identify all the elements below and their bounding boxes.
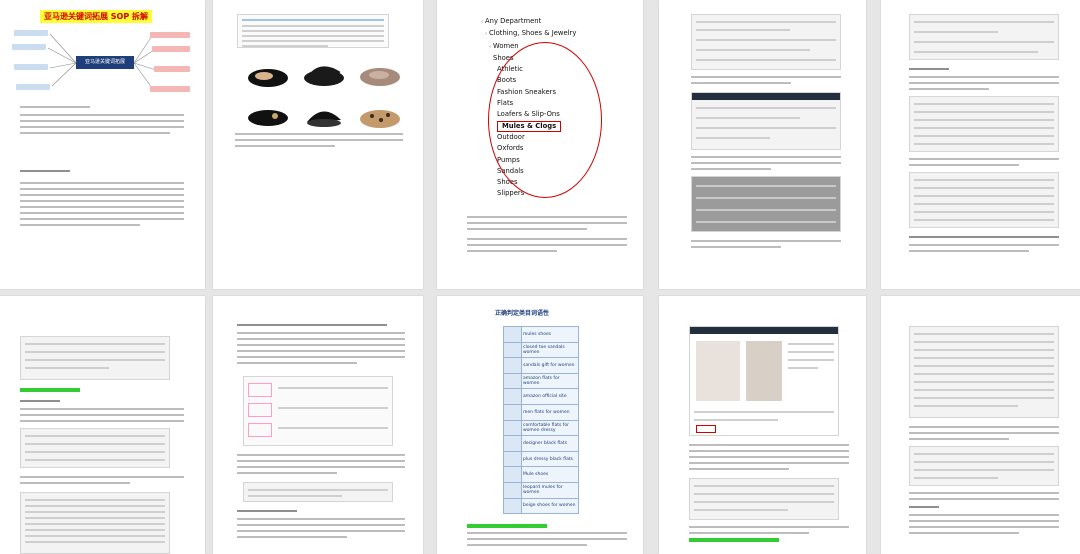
page-thumbnail-3[interactable]: ‹ Any Department ‹ Clothing, Shoes & Jewel… xyxy=(437,0,643,289)
data-table-screenshot xyxy=(909,96,1059,152)
mindmap-node xyxy=(16,84,50,90)
keyword-table: mules shoes closed toe sandals women san… xyxy=(503,326,579,515)
table-row: men flats for women xyxy=(503,403,579,421)
page-thumbnail-9[interactable] xyxy=(659,296,866,554)
product-listing-screenshot xyxy=(691,176,841,232)
table-row: amazon flats for women xyxy=(503,372,579,390)
data-table-screenshot xyxy=(909,172,1059,228)
tool-screenshot xyxy=(909,14,1059,60)
mule-shoe-image xyxy=(304,66,344,86)
mule-shoe-image xyxy=(307,111,341,127)
table-row: comfortable flats for women dressy xyxy=(503,419,579,437)
table-row: Mule shoes xyxy=(503,466,579,483)
mule-shoe-image xyxy=(248,110,288,126)
page-thumbnail-2[interactable] xyxy=(213,0,423,289)
page-thumbnail-5[interactable] xyxy=(881,0,1080,289)
chevron-left-icon: ‹ xyxy=(489,43,491,50)
mule-shoe-image xyxy=(248,69,288,87)
table-row: sandals gift for women xyxy=(503,357,579,374)
mindmap-node xyxy=(14,64,48,70)
table-row: designer black flats xyxy=(503,435,579,452)
document-title: 亚马逊关键词拓展 SOP 拆解 xyxy=(40,10,152,23)
mule-shoe-image xyxy=(360,110,400,128)
amazon-product-screenshot xyxy=(689,326,839,436)
dept-item-any-department[interactable]: ‹ Any Department xyxy=(481,16,576,28)
page-thumbnail-6[interactable] xyxy=(0,296,205,554)
highlight-oval xyxy=(488,42,602,198)
dept-item-clothing[interactable]: ‹ Clothing, Shoes & Jewelry xyxy=(481,28,576,40)
page-thumbnail-10[interactable] xyxy=(881,296,1080,554)
table-row: closed toe sandals women xyxy=(503,341,579,359)
table-row: amazon official site xyxy=(503,388,579,405)
keyword-data-screenshot xyxy=(689,478,839,520)
chevron-left-icon: ‹ xyxy=(485,31,487,38)
keyword-table-title: 正确判定类目词语性 xyxy=(495,310,550,317)
table-row: plus dressy black flats xyxy=(503,450,579,468)
mindmap-node xyxy=(152,46,190,52)
mindmap-node xyxy=(12,44,46,50)
highlight-green xyxy=(20,388,80,392)
page-thumbnail-1[interactable]: 亚马逊关键词拓展 SOP 拆解 亚马逊关键词拓展 xyxy=(0,0,205,289)
amazon-search-screenshot xyxy=(691,14,841,70)
table-row: beige shoes for women xyxy=(503,497,579,515)
page-thumbnail-8[interactable]: 正确判定类目词语性 mules shoes closed toe sandals… xyxy=(437,296,643,554)
mindmap-node xyxy=(14,30,48,36)
highlight-green xyxy=(689,538,779,542)
page-thumbnail-4[interactable] xyxy=(659,0,866,289)
page-thumbnail-7[interactable] xyxy=(213,296,423,554)
keyword-tool-screenshot xyxy=(909,326,1059,418)
keyword-list-screenshot xyxy=(20,492,170,554)
keyword-list-screenshot xyxy=(20,428,170,468)
search-terms-screenshot xyxy=(243,376,393,446)
keyword-tool-screenshot xyxy=(909,446,1059,486)
mindmap-center: 亚马逊关键词拓展 xyxy=(76,56,134,69)
amazon-results-screenshot xyxy=(691,92,841,150)
keyword-spreadsheet-screenshot xyxy=(237,14,389,48)
chevron-left-icon: ‹ xyxy=(481,19,483,25)
page-thumbnail-grid: 亚马逊关键词拓展 SOP 拆解 亚马逊关键词拓展 ‹ Any Departmen… xyxy=(0,0,1080,554)
mindmap-node xyxy=(150,86,190,92)
mindmap-node xyxy=(154,66,190,72)
mule-shoe-image xyxy=(360,68,400,86)
table-row: leopard mules for women xyxy=(503,481,579,499)
search-terms-screenshot xyxy=(243,482,393,502)
seller-tool-screenshot xyxy=(20,336,170,380)
table-row: mules shoes xyxy=(503,326,579,343)
highlight-green xyxy=(467,524,547,528)
mindmap-node xyxy=(150,32,190,38)
